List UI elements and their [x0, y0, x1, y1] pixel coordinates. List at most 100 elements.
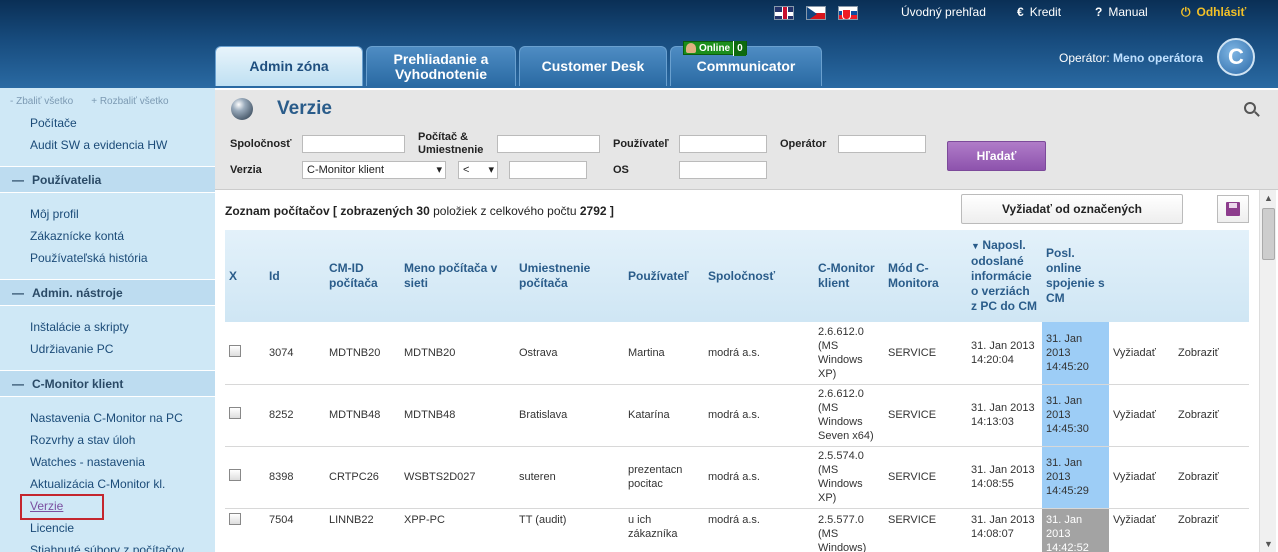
sidebar-item-my-profile[interactable]: Môj profil — [30, 207, 79, 221]
computer-input[interactable] — [497, 135, 600, 153]
column-header-user[interactable]: Používateľ — [624, 230, 704, 322]
column-header-cmid[interactable]: CM-ID počítača — [325, 230, 400, 322]
sidebar-item-customer-accounts[interactable]: Zákaznícke kontá — [30, 229, 124, 243]
sidebar-section-users[interactable]: —Používatelia — [0, 166, 215, 193]
show-link[interactable]: Zobraziť — [1174, 384, 1249, 446]
cell-company: modrá a.s. — [704, 508, 814, 552]
select-cell — [225, 384, 265, 446]
version-value-input[interactable] — [509, 161, 587, 179]
question-icon: ? — [1095, 5, 1102, 19]
request-link[interactable]: Vyžiadať — [1109, 446, 1174, 508]
row-checkbox[interactable] — [229, 469, 241, 481]
save-button[interactable] — [1217, 195, 1249, 223]
language-flags — [774, 6, 858, 20]
cell-client: 2.5.577.0 (MS Windows) — [814, 508, 884, 552]
row-checkbox[interactable] — [229, 513, 241, 525]
tab-label: Prehliadanie a Vyhodnotenie — [381, 52, 501, 82]
column-header-last-info[interactable]: ▼ Naposl. odoslané informácie o verziách… — [967, 230, 1042, 322]
column-header-mode[interactable]: Mód C-Monitora — [884, 230, 967, 322]
list-suffix: ] — [610, 204, 614, 218]
credit-link[interactable]: €Kredit — [1017, 4, 1061, 20]
row-checkbox[interactable] — [229, 345, 241, 357]
cell-name: WSBTS2D027 — [400, 446, 515, 508]
tab-communicator[interactable]: Online 0 Communicator — [670, 46, 822, 86]
sidebar-item-pc-maintenance[interactable]: Udržiavanie PC — [30, 342, 113, 356]
search-icon[interactable] — [1244, 102, 1256, 114]
slovak-flag-icon[interactable] — [838, 6, 858, 20]
czech-flag-icon[interactable] — [806, 6, 826, 20]
collapse-all-link[interactable]: - Zbaliť všetko — [10, 96, 73, 107]
sidebar-item-user-history[interactable]: Používateľská história — [30, 251, 148, 265]
version-label: Verzia — [230, 164, 262, 177]
tab-label: Admin zóna — [249, 59, 328, 74]
tab-customer-desk[interactable]: Customer Desk — [519, 46, 667, 86]
sidebar-item-cmonitor-update[interactable]: Aktualizácia C-Monitor kl. — [30, 477, 165, 491]
cell-location: TT (audit) — [515, 508, 624, 552]
page-orb-icon — [231, 98, 253, 120]
company-input[interactable] — [302, 135, 405, 153]
manual-link[interactable]: ?Manual — [1095, 4, 1148, 20]
sidebar-item-cmonitor-settings[interactable]: Nastavenia C-Monitor na PC — [30, 411, 183, 425]
column-header-client[interactable]: C-Monitor klient — [814, 230, 884, 322]
online-status-badge[interactable]: Online 0 — [683, 41, 747, 55]
cell-client: 2.6.612.0 (MS Windows Seven x64) — [814, 384, 884, 446]
table-row: 3074MDTNB20MDTNB20OstravaMartinamodrá a.… — [225, 322, 1249, 384]
cell-id: 3074 — [265, 322, 325, 384]
column-header-company[interactable]: Spoločnosť — [704, 230, 814, 322]
user-input[interactable] — [679, 135, 767, 153]
scroll-up-icon[interactable]: ▲ — [1260, 190, 1277, 206]
search-button[interactable]: Hľadať — [947, 141, 1046, 171]
logout-link[interactable]: ⏻Odhlásiť — [1181, 4, 1246, 20]
request-link[interactable]: Vyžiadať — [1109, 322, 1174, 384]
column-header-id[interactable]: Id — [265, 230, 325, 322]
tab-label: Communicator — [697, 59, 796, 74]
operator-info: Operátor: Meno operátora — [1059, 51, 1203, 65]
cell-user: Katarína — [624, 384, 704, 446]
column-header-last-online[interactable]: Posl. online spojenie s CM — [1042, 230, 1109, 322]
operator-compare-select[interactable]: < — [458, 161, 498, 179]
sidebar-section-cmonitor-client[interactable]: —C-Monitor klient — [0, 370, 215, 397]
sidebar-section-admin-tools[interactable]: —Admin. nástroje — [0, 279, 215, 306]
operator-name[interactable]: Meno operátora — [1113, 51, 1203, 65]
table-row: 8398CRTPC26WSBTS2D027suterenprezentacn p… — [225, 446, 1249, 508]
show-link[interactable]: Zobraziť — [1174, 508, 1249, 552]
computer-label: Počítač & Umiestnenie — [418, 131, 498, 157]
expand-all-link[interactable]: + Rozbaliť všetko — [91, 96, 168, 107]
operator-input[interactable] — [838, 135, 926, 153]
row-checkbox[interactable] — [229, 407, 241, 419]
overview-label: Úvodný prehľad — [901, 5, 986, 19]
column-header-select[interactable]: X — [225, 230, 265, 322]
cell-id: 8252 — [265, 384, 325, 446]
column-header-computer-name[interactable]: Meno počítača v sieti — [400, 230, 515, 322]
sidebar-item-schedules[interactable]: Rozvrhy a stav úloh — [30, 433, 135, 447]
column-header-request — [1109, 230, 1174, 322]
online-label: Online — [696, 41, 733, 56]
versions-table: X Id CM-ID počítača Meno počítača v siet… — [225, 230, 1249, 552]
request-link[interactable]: Vyžiadať — [1109, 384, 1174, 446]
english-flag-icon[interactable] — [774, 6, 794, 20]
request-link[interactable]: Vyžiadať — [1109, 508, 1174, 552]
floppy-disk-icon — [1226, 202, 1240, 216]
cell-cmid: LINNB22 — [325, 508, 400, 552]
show-link[interactable]: Zobraziť — [1174, 322, 1249, 384]
show-link[interactable]: Zobraziť — [1174, 446, 1249, 508]
sidebar-item-watches[interactable]: Watches - nastavenia — [30, 455, 145, 469]
scroll-down-icon[interactable]: ▼ — [1260, 536, 1277, 552]
scroll-thumb[interactable] — [1262, 208, 1275, 260]
request-selected-button[interactable]: Vyžiadať od označených — [961, 194, 1183, 224]
sidebar-item-computers[interactable]: Počítače — [30, 116, 77, 130]
sidebar-item-audit-sw[interactable]: Audit SW a evidencia HW — [30, 138, 167, 152]
tab-admin-zone[interactable]: Admin zóna — [215, 46, 363, 86]
cell-location: suteren — [515, 446, 624, 508]
tab-browse-evaluate[interactable]: Prehliadanie a Vyhodnotenie — [366, 46, 516, 86]
section-title: Admin. nástroje — [32, 286, 123, 300]
overview-link[interactable]: Úvodný prehľad — [901, 4, 986, 20]
sidebar-item-licenses[interactable]: Licencie — [30, 521, 74, 535]
version-select[interactable]: C-Monitor klient — [302, 161, 446, 179]
sidebar-item-installations[interactable]: Inštalácie a skripty — [30, 320, 129, 334]
sidebar-item-downloaded-files[interactable]: Stiahnuté súbory z počítačov — [30, 543, 184, 552]
os-input[interactable] — [679, 161, 767, 179]
vertical-scrollbar[interactable]: ▲ ▼ — [1259, 190, 1276, 552]
list-total-count: 2792 — [580, 204, 607, 218]
column-header-location[interactable]: Umiestnenie počítača — [515, 230, 624, 322]
